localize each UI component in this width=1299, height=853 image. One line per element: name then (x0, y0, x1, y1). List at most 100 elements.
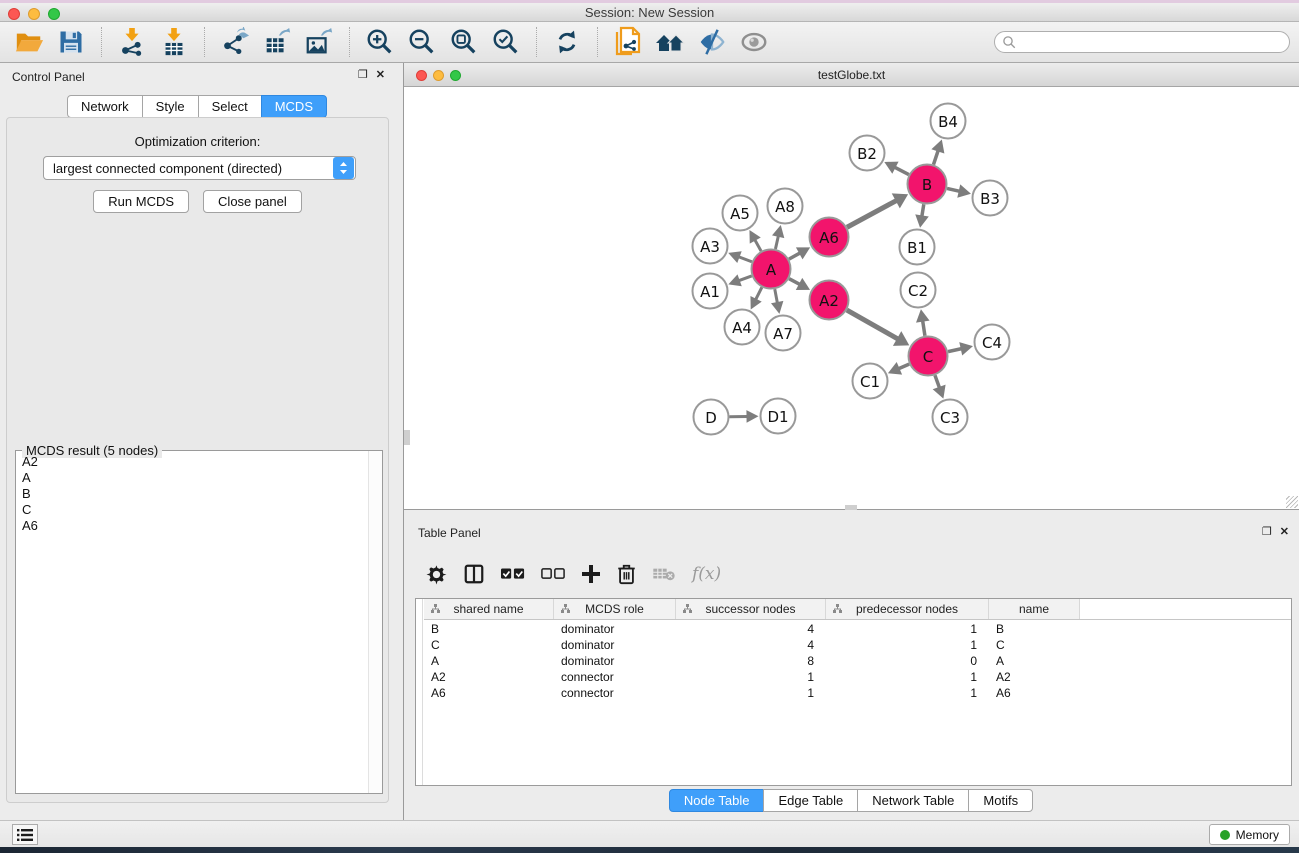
tab-network-table[interactable]: Network Table (857, 789, 969, 812)
zoom-out-icon[interactable] (405, 25, 439, 59)
delete-table-icon[interactable] (652, 560, 676, 588)
show-results-icon[interactable] (737, 25, 771, 59)
column-header-name[interactable]: name (989, 599, 1080, 619)
edge-A-A1[interactable] (739, 276, 752, 281)
home-icon[interactable] (653, 25, 687, 59)
optimization-criterion-label: Optimization criterion: (7, 134, 388, 149)
result-item[interactable]: B (16, 486, 368, 502)
export-network-icon[interactable] (218, 25, 252, 59)
table-row-gutter (416, 599, 423, 785)
graph-node-label: C4 (982, 334, 1002, 352)
graph-node-label: B (922, 176, 932, 194)
edge-A-A6[interactable] (789, 253, 800, 259)
edge-A-A8[interactable] (775, 236, 778, 249)
memory-button[interactable]: Memory (1209, 824, 1290, 845)
column-header-shared-name[interactable]: shared name (424, 599, 554, 619)
network-window-titlebar[interactable]: testGlobe.txt (404, 63, 1299, 87)
table-row[interactable]: Cdominator41C (424, 637, 1291, 653)
table-row[interactable]: Bdominator41B (424, 621, 1291, 637)
tab-node-table[interactable]: Node Table (669, 789, 765, 812)
zoom-selected-icon[interactable] (489, 25, 523, 59)
close-panel-button[interactable]: Close panel (203, 190, 302, 213)
edge-A-A4[interactable] (756, 287, 762, 299)
node-table[interactable]: shared nameMCDS rolesuccessor nodesprede… (415, 598, 1292, 786)
search-field[interactable] (994, 31, 1290, 53)
tab-style[interactable]: Style (142, 95, 199, 118)
close-table-panel-icon[interactable]: ✕ (1280, 527, 1289, 538)
edge-A-A7[interactable] (775, 289, 778, 303)
open-session-icon[interactable] (12, 25, 46, 59)
edge-A6-B[interactable] (847, 200, 897, 227)
window-resize-grip[interactable] (1286, 496, 1298, 508)
graph-node-label: A8 (775, 198, 795, 216)
criterion-select[interactable]: largest connected component (directed) (43, 156, 356, 180)
import-network-icon[interactable] (115, 25, 149, 59)
zoom-fit-icon[interactable] (447, 25, 481, 59)
column-visibility-icon[interactable] (463, 560, 485, 588)
import-table-icon[interactable] (157, 25, 191, 59)
mcds-result-list[interactable]: A2ABCA6 (16, 454, 368, 793)
edge-arrowhead (959, 342, 973, 355)
network-horizontal-scrollbar[interactable] (845, 505, 857, 510)
result-item[interactable]: C (16, 502, 368, 518)
network-vertical-scrollbar[interactable] (404, 430, 410, 445)
cell-successor-nodes: 1 (676, 669, 826, 685)
cell-predecessor-nodes: 1 (826, 621, 989, 637)
close-panel-icon[interactable]: ✕ (376, 70, 385, 81)
graph-node-label: A5 (730, 205, 750, 223)
hide-results-icon[interactable] (695, 25, 729, 59)
cell-successor-nodes: 4 (676, 621, 826, 637)
edge-arrowhead (957, 184, 971, 197)
column-header-predecessor-nodes[interactable]: predecessor nodes (826, 599, 989, 619)
result-item[interactable]: A (16, 470, 368, 486)
app-titlebar[interactable]: Session: New Session (0, 3, 1299, 22)
search-input[interactable] (1017, 33, 1289, 51)
settings-gear-icon[interactable] (426, 560, 447, 588)
edge-B-B3[interactable] (947, 188, 960, 191)
table-row[interactable]: A2connector11A2 (424, 669, 1291, 685)
zoom-in-icon[interactable] (363, 25, 397, 59)
mcds-document-icon[interactable] (611, 25, 645, 59)
edge-A-A3[interactable] (739, 257, 752, 262)
float-table-panel-icon[interactable]: ❐ (1262, 527, 1272, 538)
column-header-mcds-role[interactable]: MCDS role (554, 599, 676, 619)
edge-C-C4[interactable] (948, 349, 962, 352)
graph-node-label: A4 (732, 319, 752, 337)
tab-network[interactable]: Network (67, 95, 143, 118)
edge-C-C3[interactable] (935, 375, 940, 388)
edge-B-B1[interactable] (922, 204, 924, 216)
edge-B-B2[interactable] (895, 167, 909, 174)
function-builder-icon[interactable]: f(x) (692, 560, 721, 588)
add-column-icon[interactable] (581, 560, 601, 588)
table-row[interactable]: Adominator80A (424, 653, 1291, 669)
result-item[interactable]: A2 (16, 454, 368, 470)
edge-C-C2[interactable] (923, 321, 925, 336)
edge-A2-C[interactable] (847, 310, 898, 339)
column-header-successor-nodes[interactable]: successor nodes (676, 599, 826, 619)
export-table-icon[interactable] (260, 25, 294, 59)
tab-motifs[interactable]: Motifs (968, 789, 1033, 812)
task-history-button[interactable] (12, 824, 38, 845)
edge-B-B4[interactable] (933, 150, 938, 164)
edge-A-A5[interactable] (755, 240, 761, 251)
task-list-icon (17, 828, 33, 842)
tab-select[interactable]: Select (198, 95, 262, 118)
delete-columns-icon[interactable] (617, 560, 636, 588)
table-row[interactable]: A6connector11A6 (424, 685, 1291, 701)
tab-edge-table[interactable]: Edge Table (763, 789, 858, 812)
run-mcds-button[interactable]: Run MCDS (93, 190, 189, 213)
graph-node-label: D (705, 409, 717, 427)
edge-C-C1[interactable] (898, 364, 909, 369)
result-scrollbar[interactable] (368, 451, 382, 793)
table-rows: Bdominator41BCdominator41CAdominator80AA… (424, 621, 1291, 785)
tab-mcds[interactable]: MCDS (261, 95, 327, 118)
select-all-rows-icon[interactable] (501, 560, 525, 588)
result-item[interactable]: A6 (16, 518, 368, 534)
deselect-all-rows-icon[interactable] (541, 560, 565, 588)
refresh-icon[interactable] (550, 25, 584, 59)
export-image-icon[interactable] (302, 25, 336, 59)
edge-A-A2[interactable] (789, 279, 800, 285)
save-session-icon[interactable] (54, 25, 88, 59)
network-graph-canvas[interactable]: B4B2BB3A8A5A6A3B1AA1C2A2A4A7C4CC1C3DD1 (404, 87, 1297, 509)
float-panel-icon[interactable]: ❐ (358, 70, 368, 81)
